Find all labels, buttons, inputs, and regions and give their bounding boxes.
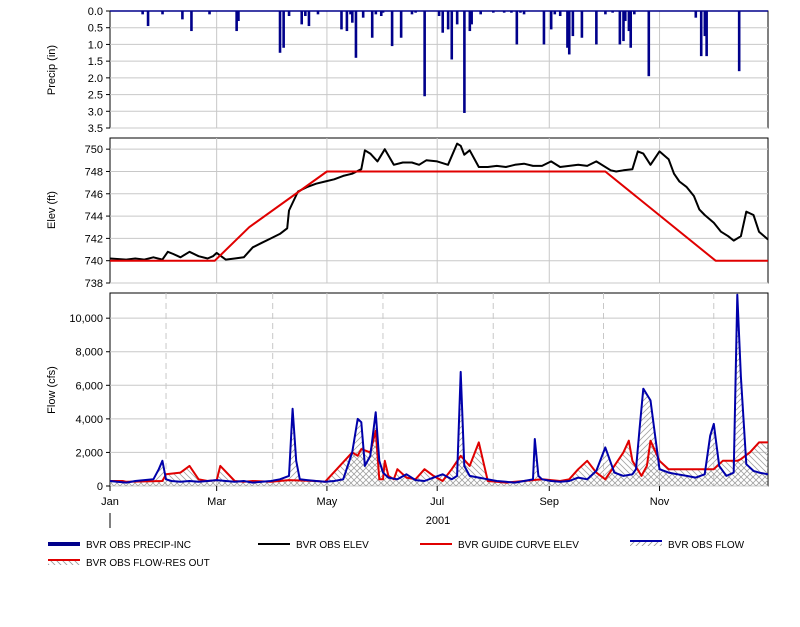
precip-y-tick-label: 2.5 xyxy=(88,90,103,102)
precip-bar xyxy=(737,11,741,72)
x-tick-label: Jan xyxy=(101,496,119,508)
legend-item-resout: BVR OBS FLOW-RES OUT xyxy=(48,558,210,569)
precip-bar xyxy=(580,11,584,38)
precip-bar xyxy=(618,11,622,45)
precip-bar xyxy=(307,11,311,27)
precip-bar xyxy=(567,11,571,55)
precip-bar xyxy=(340,11,343,30)
x-tick-label: May xyxy=(317,496,338,508)
legend-label-precip: BVR OBS PRECIP-INC xyxy=(86,540,191,551)
flow-y-tick-label: 6,000 xyxy=(75,380,103,392)
precip-bar xyxy=(282,11,285,48)
precip-y-tick-label: 2.0 xyxy=(88,73,103,85)
flow-plot-area xyxy=(109,292,769,487)
elev-y-tick-label: 738 xyxy=(85,278,103,290)
precip-bar xyxy=(304,11,307,17)
hydrograph-chart: 0.0 0.5 1.0 1.5 2.0 2.5 3.0 3.5 Precip (in) 738… xyxy=(46,6,769,569)
legend-label-guide: BVR GUIDE CURVE ELEV xyxy=(458,540,579,551)
legend-label-resout: BVR OBS FLOW-RES OUT xyxy=(86,558,210,569)
elev-y-ticks: 738 740 742 744 746 748 750 xyxy=(85,144,110,290)
legend-item-precip: BVR OBS PRECIP-INC xyxy=(48,540,191,551)
precip-bar xyxy=(181,11,184,20)
precip-plot-area xyxy=(109,10,769,129)
precip-bar xyxy=(345,11,349,32)
precip-bar xyxy=(354,11,358,58)
legend-item-flow: BVR OBS FLOW xyxy=(630,540,745,551)
precip-y-tick-label: 1.5 xyxy=(88,56,103,68)
precip-bar xyxy=(455,11,459,25)
elev-panel: 738 740 742 744 746 748 750 Elev (ft) xyxy=(46,137,769,290)
flow-y-tick-label: 4,000 xyxy=(75,414,103,426)
precip-bar xyxy=(437,11,441,17)
year-label: 2001 xyxy=(426,515,450,527)
x-tick-label: Nov xyxy=(650,496,670,508)
precip-bar xyxy=(595,11,598,45)
elev-y-tick-label: 740 xyxy=(85,256,103,268)
legend-label-elev: BVR OBS ELEV xyxy=(296,540,369,551)
legend-item-guide: BVR GUIDE CURVE ELEV xyxy=(420,540,579,551)
precip-bar xyxy=(287,11,291,17)
flow-y-tick-label: 2,000 xyxy=(75,447,103,459)
x-axis: Jan Mar May Jul Sep Nov xyxy=(101,486,670,508)
flow-y-tick-label: 0 xyxy=(97,481,103,493)
precip-bar xyxy=(629,11,633,48)
precip-bar xyxy=(441,11,445,33)
elev-y-tick-label: 748 xyxy=(85,166,103,178)
precip-bar xyxy=(549,11,553,30)
x-tick-label: Mar xyxy=(207,496,226,508)
precip-bar xyxy=(705,11,708,57)
precip-y-tick-label: 3.5 xyxy=(88,123,103,135)
flow-y-tick-label: 10,000 xyxy=(69,313,103,325)
precip-bar xyxy=(370,11,374,38)
precip-y-ticks: 0.0 0.5 1.0 1.5 2.0 2.5 3.0 3.5 xyxy=(88,6,110,135)
precip-bar xyxy=(571,11,575,37)
precip-bar xyxy=(470,11,473,25)
precip-bar xyxy=(694,11,698,18)
flow-y-ticks: 0 2,000 4,000 6,000 8,000 10,000 xyxy=(69,313,110,493)
precip-bar xyxy=(515,11,519,45)
precip-y-tick-label: 0.5 xyxy=(88,23,103,35)
precip-bar xyxy=(351,11,354,23)
elev-y-tick-label: 744 xyxy=(85,211,103,223)
precip-y-tick-label: 0.0 xyxy=(88,6,103,18)
elev-y-tick-label: 746 xyxy=(85,189,103,201)
precip-panel: 0.0 0.5 1.0 1.5 2.0 2.5 3.0 3.5 Precip (in) xyxy=(46,6,769,135)
precip-bar xyxy=(623,11,627,22)
precip-bar xyxy=(463,11,466,113)
precip-bar xyxy=(390,11,394,47)
flow-y-axis-label: Flow (cfs) xyxy=(46,366,58,414)
precip-bar xyxy=(542,11,546,45)
precip-bar xyxy=(647,11,651,77)
precip-bar xyxy=(399,11,403,38)
precip-bar xyxy=(446,11,450,30)
precip-bar xyxy=(699,11,703,57)
precip-bar xyxy=(300,11,304,25)
precip-y-tick-label: 1.0 xyxy=(88,39,103,51)
flow-y-tick-label: 8,000 xyxy=(75,347,103,359)
precip-y-axis-label: Precip (in) xyxy=(46,45,58,95)
precip-bar xyxy=(190,11,193,32)
flow-panel: 0 2,000 4,000 6,000 8,000 10,000 Flow (cfs) xyxy=(46,292,769,493)
elev-y-tick-label: 742 xyxy=(85,233,103,245)
precip-bar xyxy=(237,11,240,22)
precip-bar xyxy=(423,11,426,97)
elev-y-axis-label: Elev (ft) xyxy=(46,191,58,229)
precip-bar xyxy=(146,11,150,27)
legend: BVR OBS PRECIP-INC BVR OBS ELEV BVR GUID… xyxy=(48,540,745,569)
precip-bar xyxy=(278,11,282,53)
precip-bar xyxy=(450,11,454,60)
precip-bar xyxy=(361,11,365,18)
elev-y-tick-label: 750 xyxy=(85,144,103,156)
legend-label-flow: BVR OBS FLOW xyxy=(668,540,745,551)
x-tick-label: Jul xyxy=(430,496,444,508)
legend-item-elev: BVR OBS ELEV xyxy=(258,540,369,551)
x-tick-label: Sep xyxy=(539,496,559,508)
precip-bar xyxy=(558,11,562,17)
precip-y-tick-label: 3.0 xyxy=(88,106,103,118)
